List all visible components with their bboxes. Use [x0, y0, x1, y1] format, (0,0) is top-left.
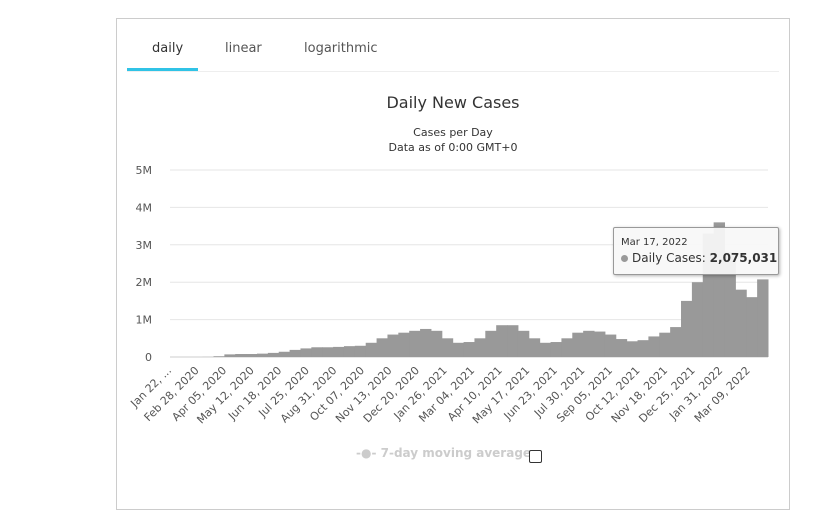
- bar: [659, 332, 671, 357]
- bar: [354, 345, 367, 357]
- bar: [267, 352, 280, 357]
- y-tick-label: 5M: [136, 164, 153, 177]
- bar: [322, 347, 334, 357]
- legend-label: 7-day moving average: [380, 446, 532, 460]
- bar: [485, 330, 497, 357]
- bar: [311, 347, 323, 357]
- chart-subtitle-date: Data as of 0:00 GMT+0: [389, 141, 518, 154]
- bar: [430, 330, 443, 357]
- bar: [583, 330, 595, 357]
- bar: [387, 334, 399, 357]
- bar: [561, 338, 573, 357]
- series-dot-icon: [621, 255, 628, 262]
- bar: [757, 279, 769, 357]
- bar: [235, 354, 247, 357]
- bar: [441, 338, 454, 357]
- bar: [594, 331, 606, 357]
- bar: [735, 289, 747, 357]
- tooltip-value: 2,075,031: [709, 251, 778, 265]
- bar: [648, 336, 660, 357]
- bar: [289, 349, 301, 357]
- y-tick-label: 3M: [136, 239, 153, 252]
- bar: [256, 353, 269, 357]
- bar: [572, 332, 584, 357]
- bar: [343, 346, 356, 357]
- bar: [224, 354, 236, 357]
- y-tick-label: 2M: [136, 276, 153, 289]
- bar: [246, 354, 258, 357]
- chart-title: Daily New Cases: [386, 93, 519, 112]
- bar: [550, 342, 562, 357]
- bar: [420, 328, 432, 357]
- bar: [213, 356, 225, 357]
- bar: [637, 340, 649, 357]
- bar: [604, 334, 617, 357]
- chart-subtitle: Cases per Day: [413, 126, 493, 139]
- legend-moving-average[interactable]: -●- 7-day moving average: [356, 446, 531, 460]
- bar: [691, 282, 704, 357]
- y-tick-label: 0: [145, 351, 152, 364]
- bar: [746, 297, 758, 357]
- bar: [670, 327, 682, 357]
- bar: [507, 325, 519, 357]
- bar: [474, 338, 486, 357]
- bar: [496, 325, 508, 357]
- tooltip-series: Daily Cases:: [632, 251, 706, 265]
- bar: [626, 341, 639, 357]
- bar: [528, 338, 541, 357]
- tooltip-date: Mar 17, 2022: [621, 237, 688, 248]
- bar: [463, 342, 475, 357]
- bar: [376, 338, 388, 357]
- bar: [681, 300, 693, 357]
- bar: [333, 346, 345, 357]
- bar: [300, 348, 312, 357]
- bar: [365, 342, 378, 357]
- bar: [409, 330, 421, 357]
- y-tick-label: 4M: [136, 201, 153, 214]
- moving-average-checkbox[interactable]: [529, 450, 542, 463]
- bar: [517, 330, 530, 357]
- bar: [615, 339, 628, 357]
- bar: [278, 351, 291, 357]
- bar: [452, 342, 465, 357]
- bar: [539, 342, 552, 357]
- tooltip: Mar 17, 2022 Daily Cases: 2,075,031: [613, 227, 779, 275]
- y-tick-label: 1M: [136, 314, 153, 327]
- bar: [398, 332, 410, 357]
